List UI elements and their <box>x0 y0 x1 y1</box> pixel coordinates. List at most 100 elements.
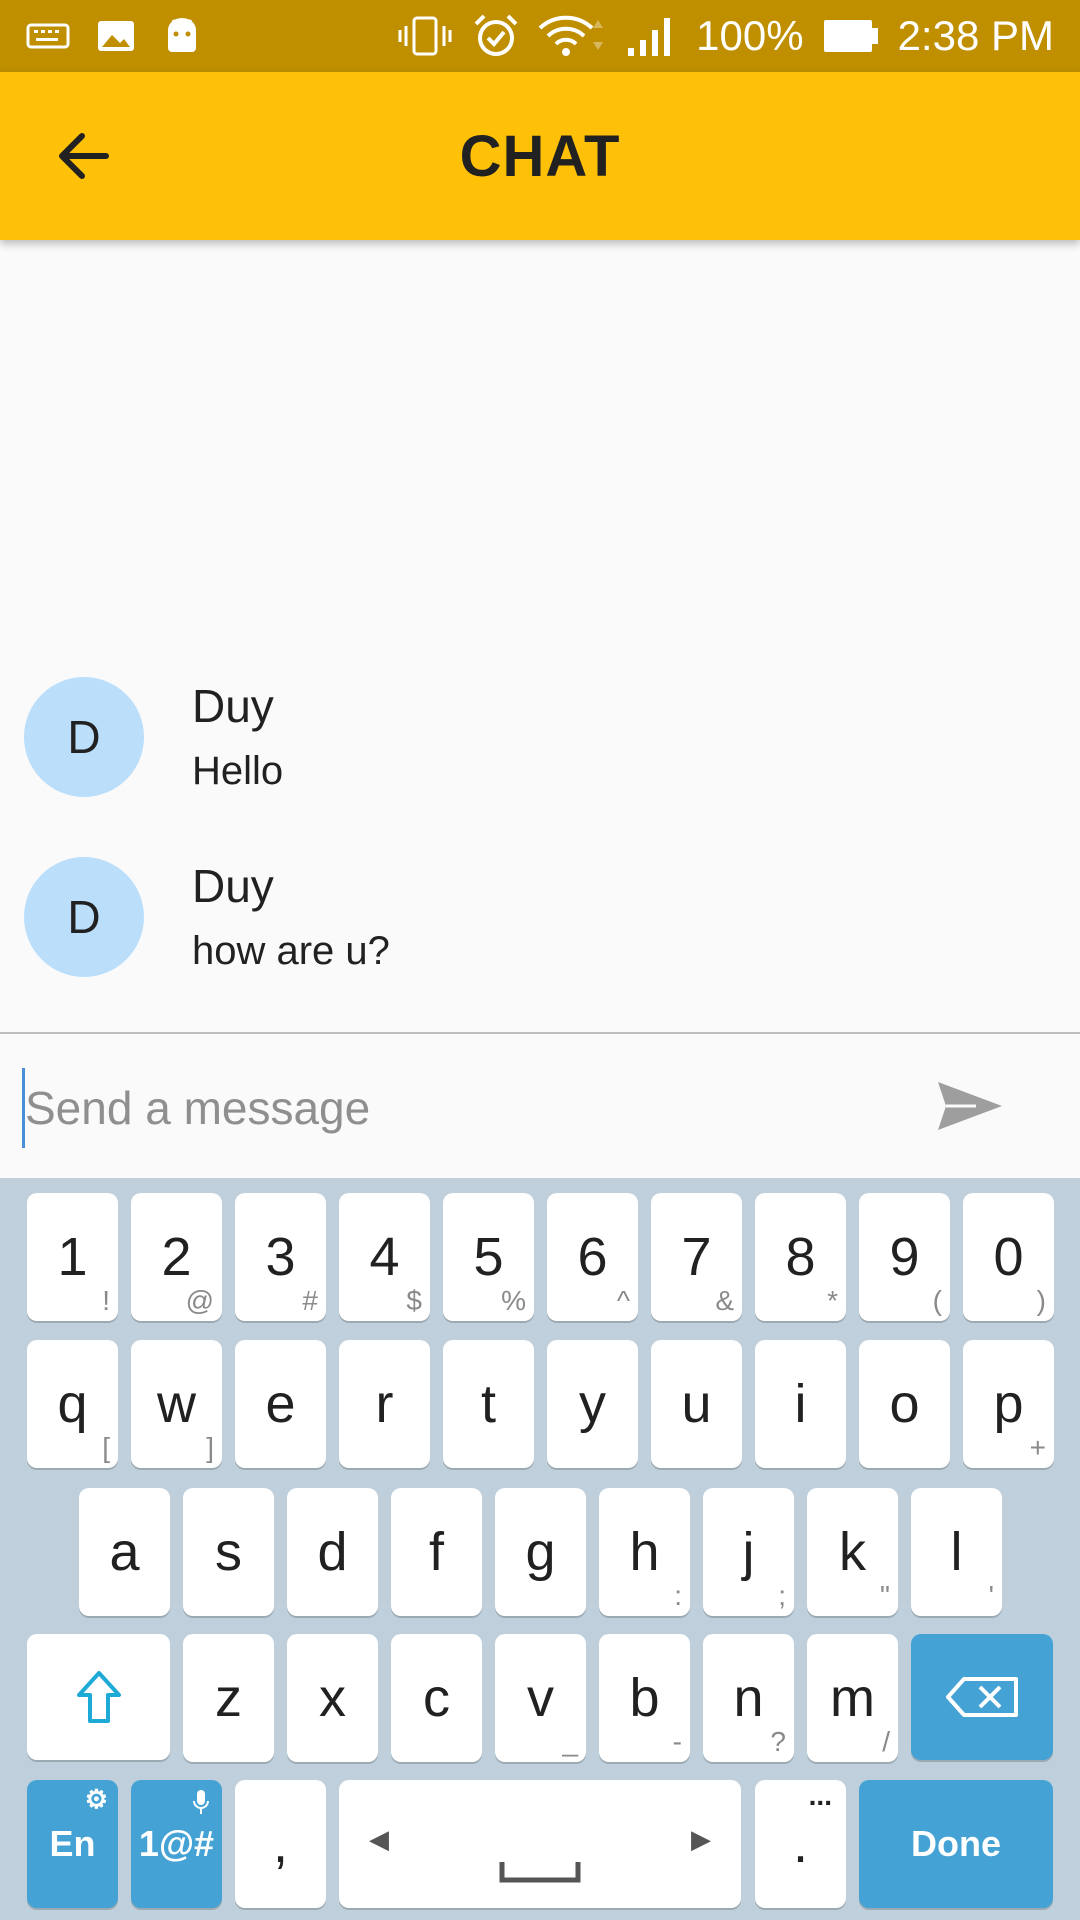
done-key[interactable]: Done <box>859 1780 1053 1908</box>
key-6[interactable]: 6 ^ <box>547 1193 638 1321</box>
key-l[interactable]: l ' <box>911 1488 1002 1616</box>
key-0[interactable]: 0) <box>963 1193 1054 1321</box>
key-label: w <box>157 1374 196 1434</box>
key-label: t <box>480 1374 496 1434</box>
key-secondary-label: ' <box>988 1580 994 1611</box>
key-label: l <box>950 1522 963 1582</box>
key-secondary-label: [ <box>102 1432 110 1463</box>
key-i[interactable]: i <box>755 1340 846 1468</box>
key-y[interactable]: y <box>547 1340 638 1468</box>
key-a[interactable]: a <box>79 1488 170 1616</box>
key-7[interactable]: 7 & <box>651 1193 742 1321</box>
key-3[interactable]: 3 # <box>235 1193 326 1321</box>
send-icon <box>938 1082 1002 1130</box>
key-label: m <box>830 1668 875 1728</box>
key-label: p <box>993 1374 1024 1434</box>
key-label: r <box>375 1374 394 1434</box>
key-label: z <box>215 1668 242 1728</box>
key-c[interactable]: c <box>391 1634 482 1762</box>
key-v[interactable]: v _ <box>495 1634 586 1762</box>
message-list[interactable]: D Duy Hello D Duy how are u? <box>0 240 1080 1032</box>
language-key[interactable]: En ⚙ <box>27 1780 118 1908</box>
symbols-key[interactable]: 1@# <box>131 1780 222 1908</box>
key-r[interactable]: r <box>339 1340 430 1468</box>
key-label: x <box>319 1668 346 1728</box>
key-u[interactable]: u <box>651 1340 742 1468</box>
key-secondary-label: ^ <box>616 1285 630 1316</box>
period-key[interactable]: . ... <box>755 1780 846 1908</box>
key-label: c <box>423 1668 450 1728</box>
key-secondary-label: _ <box>562 1726 578 1757</box>
key-j[interactable]: j; <box>703 1488 794 1616</box>
key-label: b <box>629 1668 660 1728</box>
period-key-label: . <box>792 1814 808 1874</box>
key-9[interactable]: 9( <box>859 1193 950 1321</box>
key-o[interactable]: o <box>859 1340 950 1468</box>
key-5[interactable]: 5% <box>443 1193 534 1321</box>
key-label: 8 <box>785 1227 816 1287</box>
key-label: f <box>428 1522 444 1582</box>
key-w[interactable]: w] <box>131 1340 222 1468</box>
key-z[interactable]: z <box>183 1634 274 1762</box>
key-label: d <box>317 1522 348 1582</box>
message-sender: Duy <box>192 860 274 912</box>
key-n[interactable]: n? <box>703 1634 794 1762</box>
message-sender: Duy <box>192 680 274 732</box>
key-s[interactable]: s <box>183 1488 274 1616</box>
alarm-icon <box>474 14 518 56</box>
space-key[interactable]: ◀ ▶ <box>339 1780 741 1908</box>
battery-icon <box>823 20 878 52</box>
image-icon <box>98 21 134 51</box>
key-label: e <box>265 1374 296 1434</box>
key-e[interactable]: e <box>235 1340 326 1468</box>
key-p[interactable]: p + <box>963 1340 1054 1468</box>
backspace-key[interactable] <box>911 1634 1053 1760</box>
key-1[interactable]: 1! <box>27 1193 118 1321</box>
cursor-left-icon: ◀ <box>369 1824 389 1854</box>
key-secondary-label: : <box>674 1580 682 1611</box>
key-4[interactable]: 4 $ <box>339 1193 430 1321</box>
key-g[interactable]: g <box>495 1488 586 1616</box>
key-secondary-label: + <box>1029 1432 1046 1463</box>
key-secondary-label: / <box>882 1726 890 1757</box>
app-bar: CHAT <box>0 72 1080 240</box>
key-m[interactable]: m / <box>807 1634 898 1762</box>
key-label: k <box>839 1522 866 1582</box>
key-secondary-label: ? <box>770 1726 786 1757</box>
key-secondary-label: @ <box>185 1285 214 1316</box>
key-label: h <box>629 1522 660 1582</box>
key-label: 7 <box>681 1227 712 1287</box>
key-f[interactable]: f <box>391 1488 482 1616</box>
page-title: CHAT <box>459 123 621 189</box>
shift-key[interactable] <box>27 1634 170 1760</box>
language-key-label: En <box>49 1823 96 1864</box>
key-k[interactable]: k " <box>807 1488 898 1616</box>
key-label: 0 <box>993 1227 1024 1287</box>
backspace-icon <box>946 1677 1018 1717</box>
key-label: j <box>742 1522 755 1582</box>
period-key-sub: ... <box>808 1780 832 1811</box>
key-secondary-label: - <box>672 1726 682 1757</box>
key-8[interactable]: 8 * <box>755 1193 846 1321</box>
avatar: D <box>24 857 144 977</box>
avatar: D <box>24 677 144 797</box>
android-icon <box>168 18 196 52</box>
key-secondary-label: ; <box>778 1580 786 1611</box>
key-b[interactable]: b- <box>599 1634 690 1762</box>
key-label: g <box>525 1522 556 1582</box>
gear-icon: ⚙ <box>84 1784 108 1814</box>
send-button[interactable] <box>934 1070 1006 1142</box>
key-h[interactable]: h: <box>599 1488 690 1616</box>
key-secondary-label: ) <box>1036 1285 1046 1316</box>
shift-icon <box>76 1671 121 1723</box>
key-q[interactable]: q[ <box>27 1340 118 1468</box>
message-input[interactable] <box>22 1068 885 1148</box>
key-label: i <box>794 1374 807 1434</box>
key-2[interactable]: 2 @ <box>131 1193 222 1321</box>
key-label: 4 <box>369 1227 400 1287</box>
comma-key[interactable]: , <box>235 1780 326 1908</box>
key-t[interactable]: t <box>443 1340 534 1468</box>
key-secondary-label: $ <box>406 1285 422 1316</box>
key-x[interactable]: x <box>287 1634 378 1762</box>
key-d[interactable]: d <box>287 1488 378 1616</box>
